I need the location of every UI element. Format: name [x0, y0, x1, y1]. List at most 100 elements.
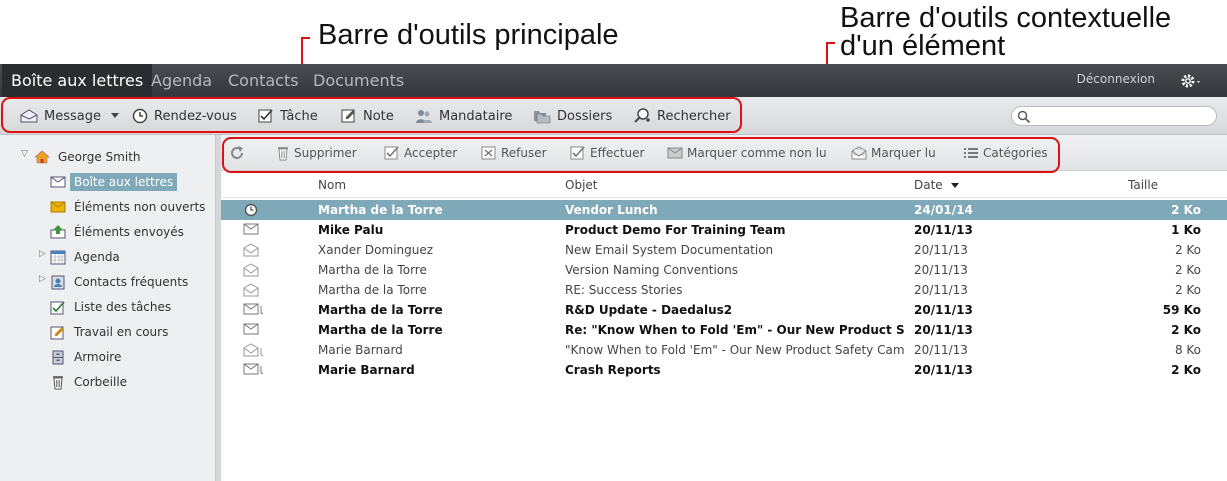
cell-from: Martha de la Torre: [318, 323, 443, 337]
expand-calendar-icon[interactable]: ▷: [39, 249, 46, 259]
sidebar-item-contacts[interactable]: Contacts fréquents: [49, 271, 192, 293]
sidebar-item-wip[interactable]: Travail en cours: [49, 321, 172, 343]
cell-subject: Re: "Know When to Fold 'Em" - Our New Pr…: [565, 323, 905, 337]
column-header-size[interactable]: Taille: [1128, 178, 1158, 192]
mailbox-icon: [49, 174, 67, 190]
sidebar-item-tasks-label: Liste des tâches: [74, 300, 172, 314]
tab-calendar[interactable]: Agenda: [142, 64, 221, 97]
calendar-icon: [49, 249, 67, 265]
cell-subject: Crash Reports: [565, 363, 661, 377]
cell-size: 59 Ko: [1162, 303, 1201, 317]
cell-date: 20/11/13: [914, 323, 973, 337]
column-header-from[interactable]: Nom: [318, 178, 346, 192]
message-list: Nom Objet Date Taille Martha de la Torre…: [221, 172, 1227, 481]
envelope-open-attachment-icon: [243, 343, 263, 357]
cell-subject: RE: Success Stories: [565, 283, 683, 297]
expand-user-icon[interactable]: ▽: [21, 149, 28, 159]
sidebar-item-sent[interactable]: Éléments envoyés: [49, 221, 188, 243]
table-row[interactable]: Marie Barnard "Know When to Fold 'Em" - O…: [221, 340, 1227, 360]
message-list-header: Nom Objet Date Taille: [221, 172, 1227, 198]
cell-date: 20/11/13: [914, 303, 973, 317]
table-row[interactable]: Martha de la Torre Vendor Lunch 24/01/14 2 …: [221, 200, 1227, 220]
cell-from: Martha de la Torre: [318, 263, 427, 277]
cell-size: 2 Ko: [1171, 363, 1201, 377]
sidebar-item-cabinet-label: Armoire: [74, 350, 122, 364]
sidebar-item-tasks[interactable]: Liste des tâches: [49, 296, 175, 318]
envelope-open-icon: [243, 263, 263, 277]
contacts-icon: [49, 274, 67, 290]
annotation-main-toolbar: Barre d'outils principale: [318, 19, 619, 51]
envelope-closed-icon: [49, 199, 67, 215]
tab-contacts[interactable]: Contacts: [219, 64, 308, 97]
tree-user-label: George Smith: [58, 150, 141, 164]
sidebar-item-cabinet[interactable]: Armoire: [49, 346, 125, 368]
folder-tree: ▽ George Smith Boîte aux lettres Élément…: [0, 135, 215, 481]
cell-size: 2 Ko: [1174, 243, 1201, 257]
cell-date: 20/11/13: [914, 243, 968, 257]
top-navigation: Boîte aux lettres Agenda Contacts Docume…: [0, 64, 1227, 97]
tree-user[interactable]: George Smith: [33, 146, 145, 168]
column-header-date[interactable]: Date: [914, 178, 959, 192]
cell-size: 2 Ko: [1174, 263, 1201, 277]
cell-from: Martha de la Torre: [318, 303, 443, 317]
cell-size: 2 Ko: [1174, 283, 1201, 297]
cell-date: 24/01/14: [914, 203, 973, 217]
sidebar-item-unopened-label: Éléments non ouverts: [74, 200, 206, 214]
table-row[interactable]: Martha de la Torre Re: "Know When to Fold…: [221, 320, 1227, 340]
tab-mailbox[interactable]: Boîte aux lettres: [2, 64, 153, 97]
cell-date: 20/11/13: [914, 343, 968, 357]
sidebar-item-wip-label: Travail en cours: [74, 325, 169, 339]
cell-date: 20/11/13: [914, 223, 973, 237]
cell-date: 20/11/13: [914, 363, 973, 377]
column-header-date-label: Date: [914, 178, 943, 192]
sidebar-item-mailbox[interactable]: Boîte aux lettres: [49, 171, 178, 193]
cell-subject: R&D Update - Daedalus2: [565, 303, 733, 317]
cell-subject: Version Naming Conventions: [565, 263, 738, 277]
cell-from: Xander Dominguez: [318, 243, 434, 257]
table-row[interactable]: Martha de la Torre R&D Update - Daedalus2…: [221, 300, 1227, 320]
cell-size: 2 Ko: [1171, 323, 1201, 337]
table-row[interactable]: Marie Barnard Crash Reports 20/11/13 2 Ko: [221, 360, 1227, 380]
appointment-icon: [243, 203, 263, 217]
expand-contacts-icon[interactable]: ▷: [39, 274, 46, 284]
annotation-frame-context-toolbar: [222, 137, 1060, 173]
sidebar-item-calendar[interactable]: Agenda: [49, 246, 124, 268]
table-row[interactable]: Mike Palu Product Demo For Training Team 2…: [221, 220, 1227, 240]
search-icon: [1017, 110, 1031, 124]
cell-date: 20/11/13: [914, 283, 968, 297]
cell-from: Mike Palu: [318, 223, 384, 237]
column-header-subject[interactable]: Objet: [565, 178, 597, 192]
cell-subject: "Know When to Fold 'Em" - Our New Produc…: [565, 343, 905, 357]
home-icon: [33, 149, 51, 165]
sidebar-item-mailbox-label: Boîte aux lettres: [70, 173, 178, 191]
logout-link[interactable]: Déconnexion: [1077, 64, 1155, 95]
sent-items-icon: [49, 224, 67, 240]
cell-from: Martha de la Torre: [318, 203, 443, 217]
envelope-closed-icon: [243, 323, 263, 337]
table-row[interactable]: Xander Dominguez New Email System Documen…: [221, 240, 1227, 260]
search-input[interactable]: [1011, 106, 1217, 126]
work-in-progress-icon: [49, 324, 67, 340]
envelope-attachment-icon: [243, 363, 263, 377]
sidebar-item-sent-label: Éléments envoyés: [74, 225, 184, 239]
annotation-context-toolbar-line1: Barre d'outils contextuelle: [840, 2, 1172, 34]
table-row[interactable]: Martha de la Torre Version Naming Convent…: [221, 260, 1227, 280]
cell-subject: Vendor Lunch: [565, 203, 658, 217]
cell-subject: New Email System Documentation: [565, 243, 774, 257]
tab-documents[interactable]: Documents: [304, 64, 413, 97]
envelope-closed-icon: [243, 223, 263, 237]
settings-gear-icon[interactable]: [1179, 71, 1205, 91]
annotation-frame-main-toolbar: [1, 97, 742, 133]
table-row[interactable]: Martha de la Torre RE: Success Stories 20/…: [221, 280, 1227, 300]
cell-size: 2 Ko: [1171, 203, 1201, 217]
cell-from: Marie Barnard: [318, 343, 403, 357]
sidebar-item-trash[interactable]: Corbeille: [49, 371, 131, 393]
task-list-icon: [49, 299, 67, 315]
sidebar-item-unopened[interactable]: Éléments non ouverts: [49, 196, 209, 218]
cell-date: 20/11/13: [914, 263, 968, 277]
cell-from: Marie Barnard: [318, 363, 415, 377]
cell-from: Martha de la Torre: [318, 283, 427, 297]
sidebar-item-trash-label: Corbeille: [74, 375, 128, 389]
envelope-open-icon: [243, 283, 263, 297]
cell-size: 1 Ko: [1171, 223, 1201, 237]
